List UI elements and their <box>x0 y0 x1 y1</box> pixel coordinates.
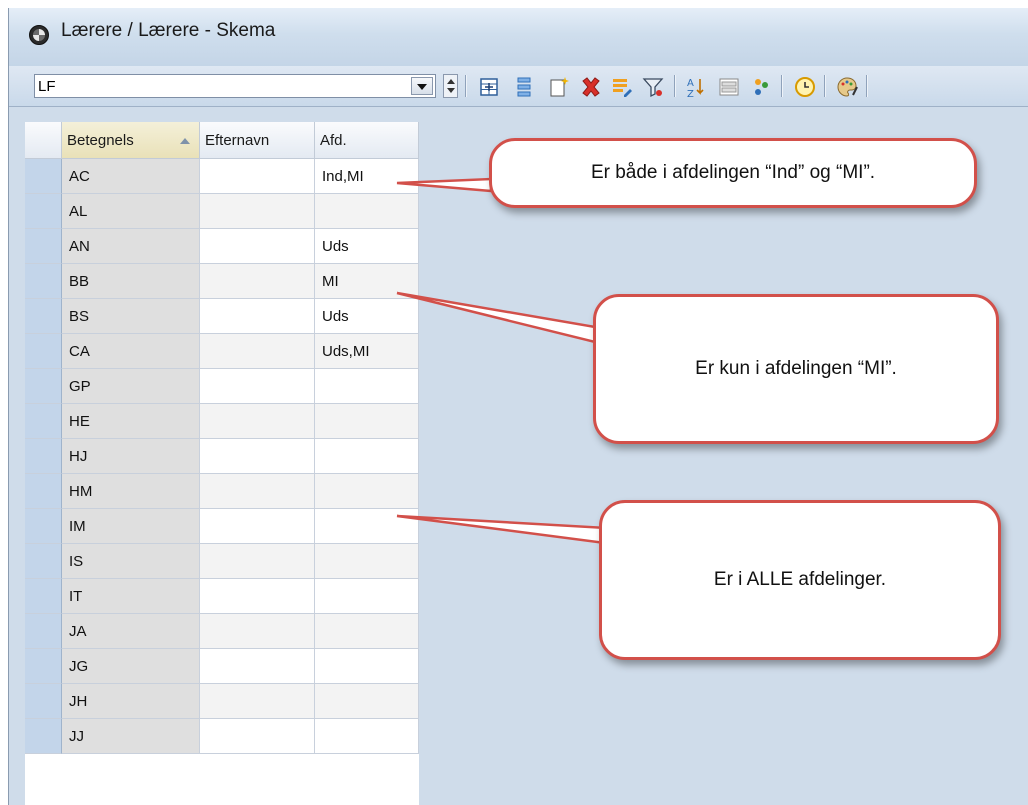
callout-pointer-1 <box>396 177 493 193</box>
callout-2: Er kun i afdelingen “MI”. <box>593 294 999 444</box>
callout-text: Er i ALLE afdelinger. <box>713 569 887 590</box>
callout-text: Er kun i afdelingen “MI”. <box>695 358 897 379</box>
app-window: Lærere / Lærere - Skema LF A Z Betegnels… <box>8 8 1028 805</box>
callout-pointer-3 <box>396 514 609 545</box>
callout-3: Er i ALLE afdelinger. <box>599 500 1001 660</box>
callout-pointer-2 <box>396 291 603 345</box>
callout-text: Er både i afdelingen “Ind” og “MI”. <box>590 162 876 183</box>
callout-1: Er både i afdelingen “Ind” og “MI”. <box>489 138 977 208</box>
